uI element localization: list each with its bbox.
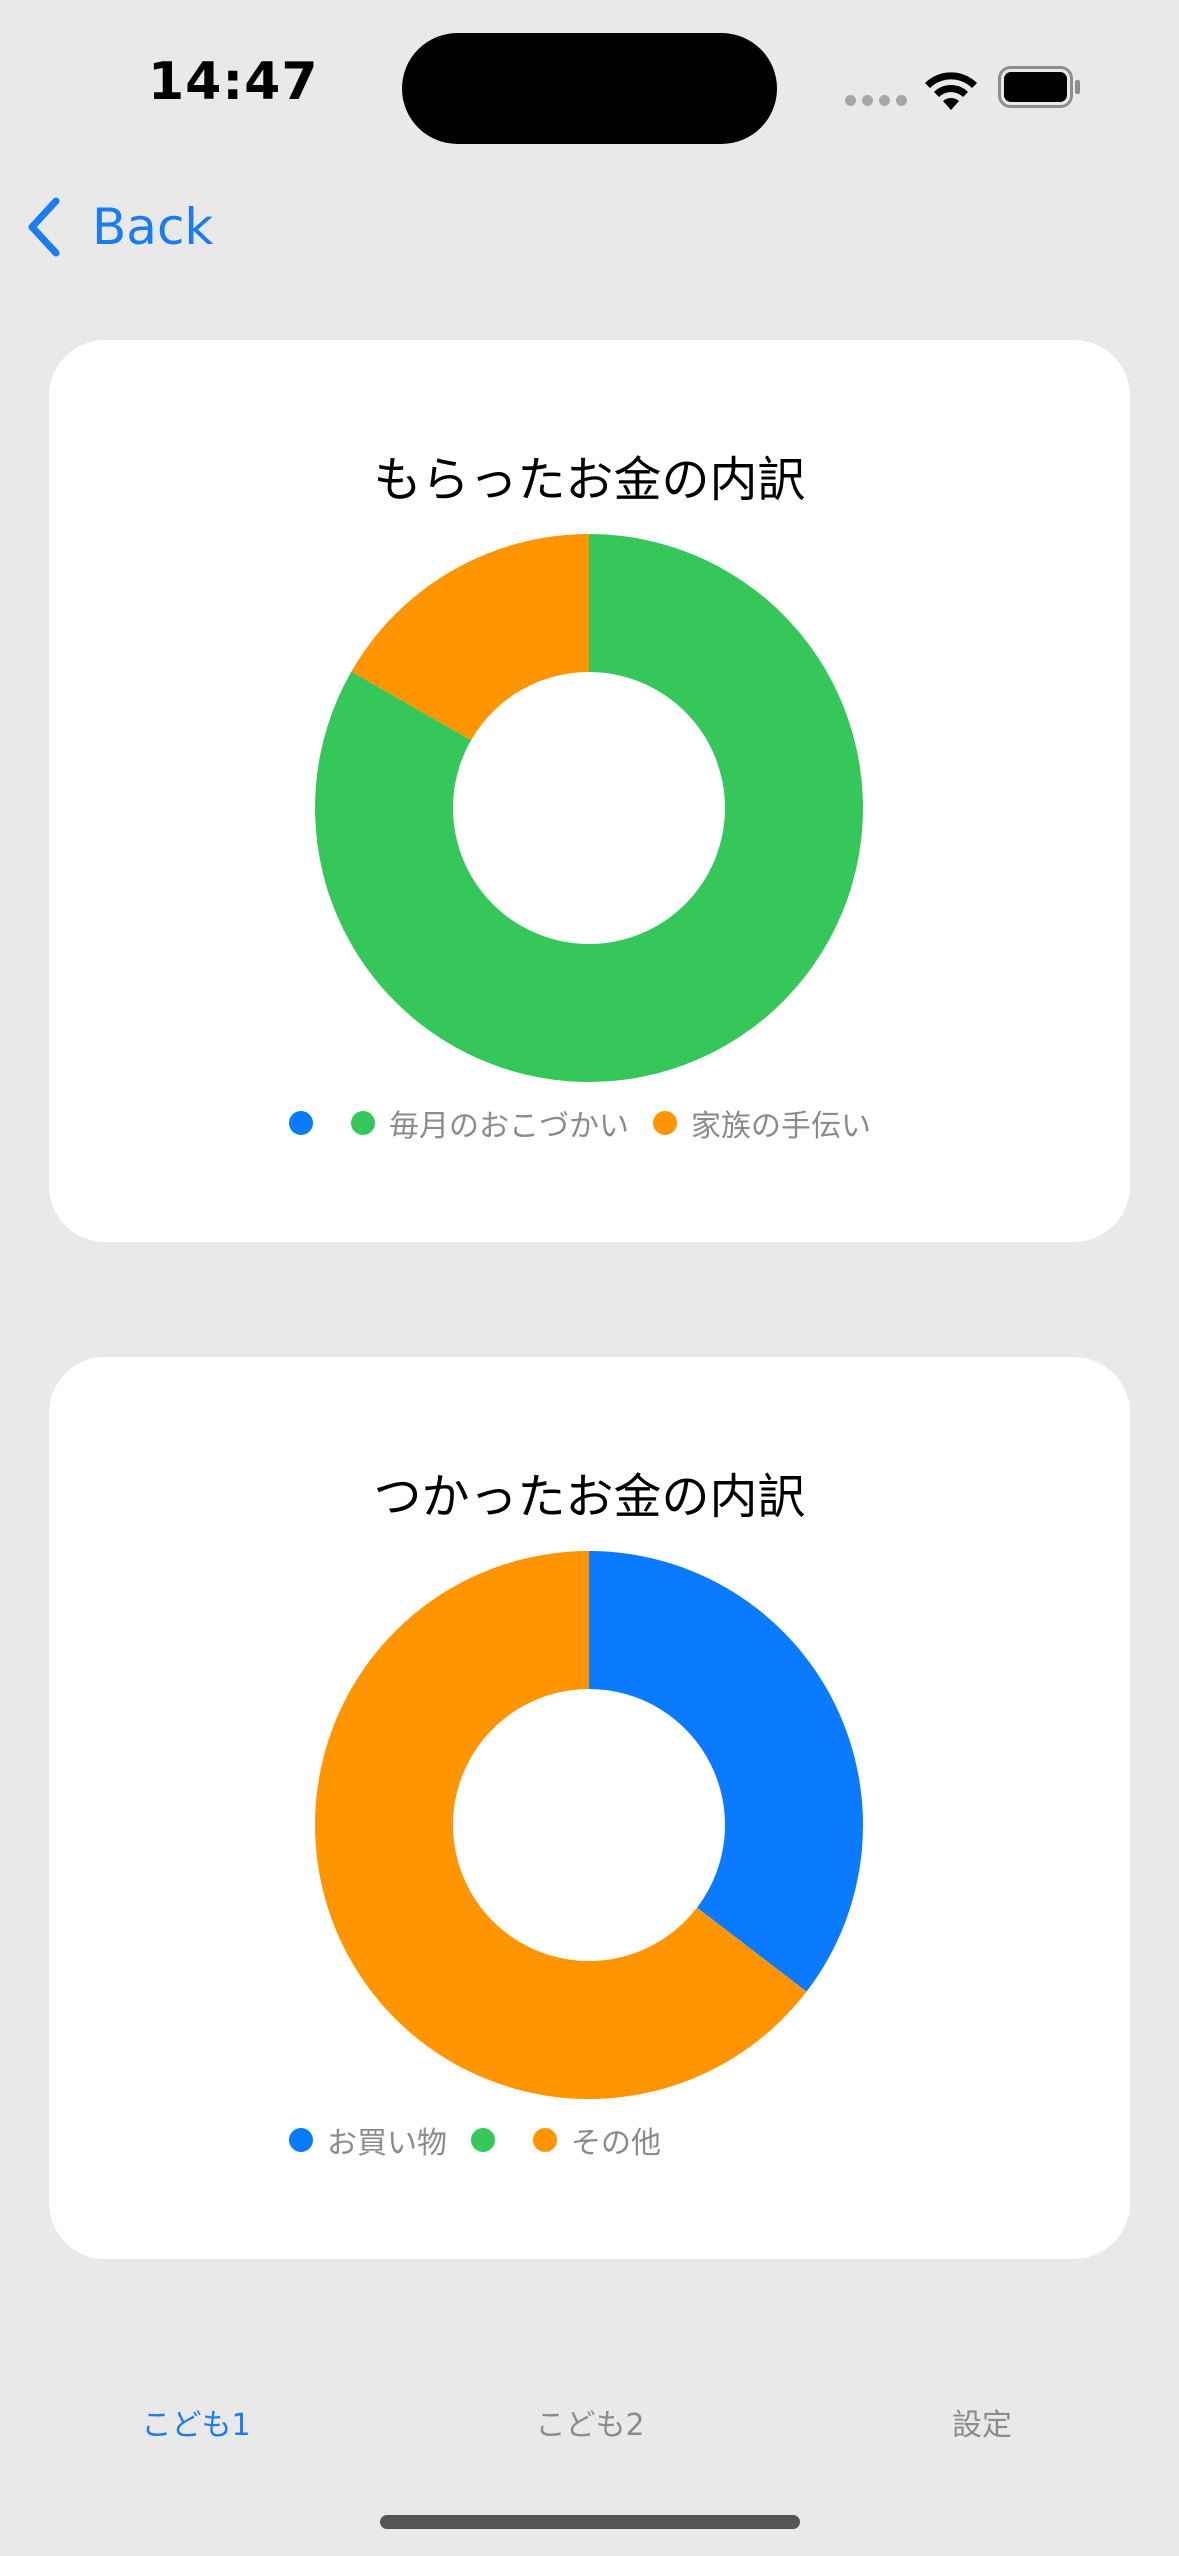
- legend-label: 家族の手伝い: [691, 1109, 871, 1144]
- legend-label: 毎月のおこづかい: [389, 1109, 629, 1144]
- status-bar: 14:47: [0, 0, 1179, 170]
- legend-label: その他: [571, 2126, 661, 2161]
- legend-item: 毎月のおこづかい: [351, 1101, 629, 1145]
- received-money-card: もらったお金の内訳 毎月のおこづかい 家族の手伝い: [49, 340, 1130, 1242]
- donut-slice: [589, 1551, 863, 1992]
- legend-item: その他: [533, 2118, 661, 2162]
- received-donut-chart: [315, 534, 863, 1082]
- tab-settings[interactable]: 設定: [862, 2400, 1102, 2444]
- back-button[interactable]: Back: [24, 190, 213, 264]
- chevron-left-icon: [28, 197, 60, 257]
- back-label: Back: [92, 198, 214, 256]
- tab-bar: こども1 こども2 設定: [0, 2400, 1179, 2460]
- tab-child-2[interactable]: こども2: [470, 2400, 710, 2444]
- dynamic-island: [402, 33, 777, 144]
- legend-item: 家族の手伝い: [653, 1101, 871, 1145]
- legend-dot: [289, 2128, 313, 2152]
- legend-dot: [351, 1111, 375, 1135]
- legend-item: お買い物: [289, 2118, 447, 2162]
- legend-label: お買い物: [327, 2126, 447, 2161]
- legend-dot: [289, 1111, 313, 1135]
- chart-legend: 毎月のおこづかい 家族の手伝い: [289, 1098, 895, 1148]
- legend-dot: [653, 1111, 677, 1135]
- battery-icon: [998, 66, 1080, 108]
- spent-donut-chart: [315, 1551, 863, 2099]
- legend-item: [289, 1111, 327, 1135]
- legend-dot: [533, 2128, 557, 2152]
- wifi-icon: [925, 72, 977, 110]
- legend-item: [471, 2128, 509, 2152]
- tab-child-1[interactable]: こども1: [76, 2400, 316, 2444]
- cellular-signal-icon: [845, 95, 907, 106]
- legend-dot: [471, 2128, 495, 2152]
- spent-money-card: つかったお金の内訳 お買い物 その他: [49, 1357, 1130, 2259]
- status-time: 14:47: [148, 52, 319, 112]
- home-indicator: [380, 2515, 800, 2529]
- chart-title: つかったお金の内訳: [373, 1469, 806, 1525]
- chart-title: もらったお金の内訳: [373, 452, 806, 508]
- chart-legend: お買い物 その他: [289, 2115, 685, 2165]
